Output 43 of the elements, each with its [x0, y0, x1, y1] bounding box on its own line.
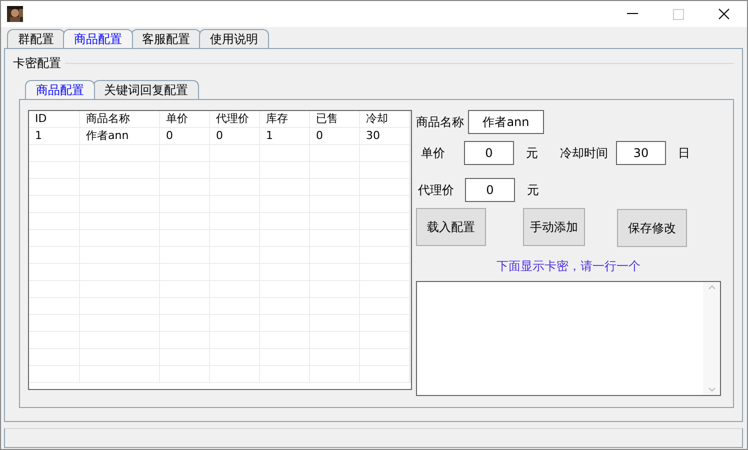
group-title: 卡密配置 [13, 55, 61, 72]
table-cell: 0 [210, 128, 260, 144]
card-keys-field[interactable] [416, 281, 721, 396]
field-label: 代理价 [418, 182, 455, 198]
column-header[interactable]: 已售 [310, 111, 360, 127]
column-header[interactable]: 库存 [260, 111, 310, 127]
table-cell: 0 [160, 128, 210, 144]
column-header[interactable]: 代理价 [210, 111, 260, 127]
column-header[interactable]: ID [29, 111, 80, 127]
column-header[interactable]: 冷却 [360, 111, 410, 127]
name-field[interactable]: 作者ann [468, 110, 544, 134]
minimize-icon [626, 13, 638, 15]
field-label: 冷却时间 [560, 144, 608, 162]
tab[interactable]: 商品配置 [63, 29, 133, 48]
table-cell: 0 [310, 128, 360, 144]
action-button[interactable]: 手动添加 [523, 208, 585, 246]
table-cell: 1 [29, 128, 80, 144]
tab[interactable]: 客服配置 [131, 29, 201, 48]
table-cell: 30 [360, 128, 410, 144]
field-label: 商品名称 [416, 114, 464, 130]
price-field[interactable]: 0 [464, 141, 514, 165]
action-button[interactable]: 保存修改 [617, 209, 687, 247]
tab[interactable]: 使用说明 [199, 29, 269, 48]
scroll-up-icon[interactable] [708, 285, 716, 290]
unit-label: 元 [526, 144, 538, 162]
unit-label: 日 [678, 144, 690, 162]
maximize-icon [672, 8, 684, 20]
table-cell: 1 [260, 128, 310, 144]
tab[interactable]: 关键词回复配置 [93, 80, 199, 99]
field-label: 单价 [421, 144, 446, 162]
agent-price-field[interactable]: 0 [465, 178, 515, 202]
tab[interactable]: 群配置 [7, 29, 65, 48]
scroll-down-icon[interactable] [708, 387, 716, 392]
action-button[interactable]: 载入配置 [416, 208, 486, 246]
column-header[interactable]: 商品名称 [80, 111, 160, 127]
cooldown-field[interactable]: 30 [616, 141, 666, 165]
unit-label: 元 [527, 182, 539, 198]
close-icon [718, 8, 730, 20]
hint-text: 下面显示卡密，请一行一个 [496, 258, 642, 275]
column-header[interactable]: 单价 [160, 111, 210, 127]
table-cell: 作者ann [80, 128, 160, 144]
scrollbar[interactable] [703, 282, 720, 395]
tab[interactable]: 商品配置 [25, 80, 95, 99]
